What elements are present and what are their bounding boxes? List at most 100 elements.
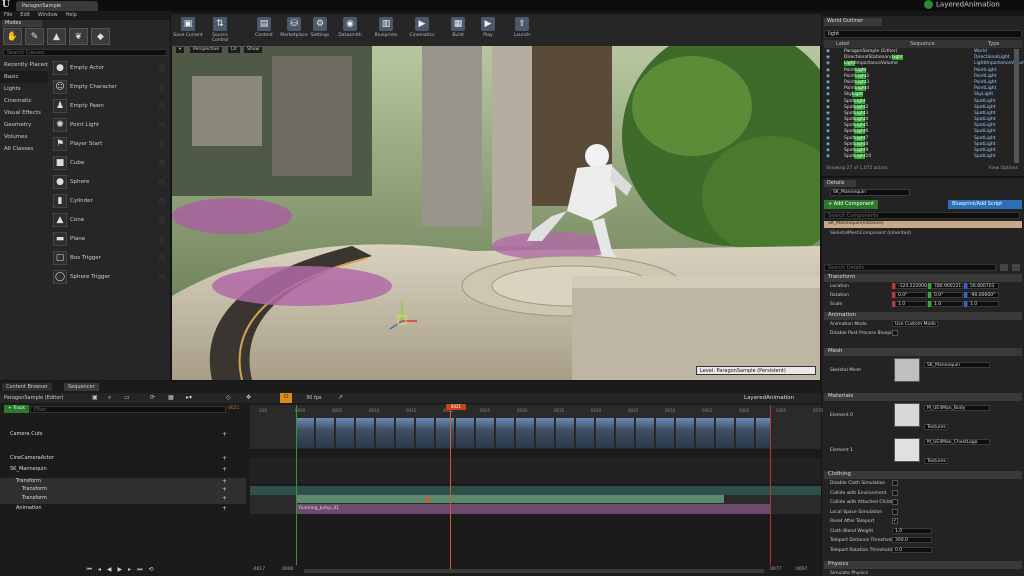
place-item[interactable]: ☺ Empty Character ⓘ (50, 78, 168, 97)
visibility-eye-icon[interactable]: ◉ (826, 55, 830, 60)
visibility-eye-icon[interactable]: ◉ (826, 148, 830, 153)
track-add-icon[interactable]: + (222, 455, 227, 462)
refresh-icon[interactable]: ⟳ (150, 394, 155, 401)
column-sequence[interactable]: Sequence (910, 41, 935, 47)
track-add-icon[interactable]: + (222, 486, 227, 493)
grid-view-icon[interactable] (1000, 264, 1008, 271)
place-item[interactable]: ● Sphere ⓘ (50, 173, 168, 192)
visibility-eye-icon[interactable]: ◉ (826, 86, 830, 91)
track-transform[interactable]: Transform (0, 495, 246, 504)
info-icon[interactable]: ⓘ (159, 64, 165, 73)
key-marker[interactable] (425, 497, 430, 502)
place-item[interactable]: ■ Cube ⓘ (50, 154, 168, 173)
animation-mode-select[interactable]: Use Custom Mode (892, 321, 938, 327)
category-recently-placed[interactable]: Recently Placed (0, 59, 48, 71)
level-viewport[interactable]: ▾ Perspective Lit Show Level: ParagonSam… (172, 46, 820, 380)
place-item[interactable]: ▢ Box Trigger ⓘ (50, 249, 168, 268)
viewport-options-button[interactable]: ▾ (176, 47, 185, 53)
clothing-value-input[interactable]: 1.0 (892, 527, 932, 534)
rotation-y-input[interactable]: 0.0° (931, 292, 963, 298)
transform-lane-2[interactable] (250, 495, 821, 504)
clothing-checkbox[interactable] (892, 489, 898, 496)
end-range-marker[interactable] (770, 405, 771, 565)
visibility-eye-icon[interactable]: ◉ (826, 123, 830, 128)
place-item[interactable]: ▲ Cone ⓘ (50, 211, 168, 230)
location-y-input[interactable]: 780.900121 (931, 283, 963, 289)
playhead-frame[interactable]: 0021 (446, 404, 466, 410)
skeletal-mesh-select[interactable]: SK_Mannequin (924, 362, 990, 368)
add-component-button[interactable]: + Add Component (824, 200, 879, 209)
animation-lane[interactable]: Running_Jump_01 (250, 504, 821, 514)
add-track-button[interactable]: + Track (4, 405, 29, 413)
foliage-mode-icon[interactable]: ❦ (69, 28, 88, 45)
info-icon[interactable]: ⓘ (159, 254, 165, 263)
outliner-row[interactable]: ◉ SpotLight10 SpotLight (824, 154, 1014, 160)
scale-x-input[interactable]: 1.0 (895, 301, 927, 307)
location-x-input[interactable]: -124.222000 (895, 283, 927, 289)
cine-camera-lane[interactable] (250, 458, 821, 483)
category-volumes[interactable]: Volumes (0, 131, 48, 143)
camera-cuts-thumbnails[interactable] (296, 418, 770, 448)
visibility-eye-icon[interactable]: ◉ (826, 61, 830, 66)
place-item[interactable]: ♟ Empty Pawn ⓘ (50, 97, 168, 116)
visibility-eye-icon[interactable]: ◉ (826, 154, 830, 159)
visibility-eye-icon[interactable]: ◉ (826, 99, 830, 104)
show-button[interactable]: Show (244, 47, 263, 53)
clothing-checkbox[interactable]: ✓ (892, 518, 898, 524)
tab-modes[interactable]: Modes (2, 20, 42, 27)
playhead[interactable] (450, 405, 451, 570)
track-add-icon[interactable]: + (222, 466, 227, 473)
disable-post-process-checkbox[interactable] (892, 330, 898, 336)
range-start-2[interactable]: 0000 (282, 567, 293, 572)
rotation-x-input[interactable]: 0.0° (895, 292, 927, 298)
blueprints-button[interactable]: ▥ Blueprints (371, 16, 401, 44)
rotation-z-input[interactable]: -90.00000° (967, 292, 999, 298)
info-icon[interactable]: ⓘ (159, 159, 165, 168)
key-icon[interactable]: ◇ (226, 394, 231, 401)
range-end-2[interactable]: 0077 (770, 567, 781, 572)
info-icon[interactable]: ⓘ (159, 197, 165, 206)
info-icon[interactable]: ⓘ (159, 121, 165, 130)
track-add-icon[interactable]: + (222, 505, 227, 512)
track-camera-cuts[interactable]: Camera Cuts (0, 431, 246, 440)
material-0-select[interactable]: M_UE4Man_Body (924, 405, 990, 411)
track-animation[interactable]: Animation (0, 505, 246, 514)
clothing-value-input[interactable]: 0.0 (892, 546, 932, 553)
info-icon[interactable]: ⓘ (159, 235, 165, 244)
render-icon[interactable]: ▦ (168, 394, 174, 401)
scale-z-input[interactable]: 1.0 (967, 301, 999, 307)
menu-help[interactable]: Help (66, 12, 77, 18)
tab-world-outliner[interactable]: World Outliner (824, 18, 882, 26)
visibility-eye-icon[interactable]: ◉ (826, 136, 830, 141)
content-button[interactable]: ▤ Content (249, 16, 279, 44)
component-skeletal-mesh[interactable]: SkeletalMeshComponent (Inherited) (830, 231, 911, 236)
place-item[interactable]: ▮ Cylinder ⓘ (50, 192, 168, 211)
loop-icon[interactable]: ⟲ (149, 566, 154, 573)
tab-sequencer[interactable]: Sequencer (64, 383, 99, 391)
cinematics-button[interactable]: ▶ Cinematics (407, 16, 437, 44)
category-lights[interactable]: Lights (0, 83, 48, 95)
paint-mode-icon[interactable]: ✎ (25, 28, 44, 45)
camera-cuts-lane[interactable] (250, 417, 821, 449)
start-range-marker[interactable] (296, 405, 297, 565)
visibility-eye-icon[interactable]: ◉ (826, 92, 830, 97)
range-end[interactable]: 0097 (796, 567, 807, 572)
material-0-thumbnail[interactable] (894, 403, 920, 427)
settings-button[interactable]: ⚙ Settings (305, 16, 335, 44)
section-transform[interactable]: Transform (824, 274, 1022, 282)
info-icon[interactable]: ⓘ (159, 102, 165, 111)
search-sequence-icon[interactable]: ⌕ (108, 394, 111, 402)
section-mesh[interactable]: Mesh (824, 348, 1022, 356)
visibility-eye-icon[interactable]: ◉ (826, 80, 830, 85)
scale-y-input[interactable]: 1.0 (931, 301, 963, 307)
info-icon[interactable]: ⓘ (159, 83, 165, 92)
landscape-mode-icon[interactable]: ▲ (47, 28, 66, 45)
blueprint-script-button[interactable]: Blueprint/Add Script (948, 200, 1022, 209)
visibility-eye-icon[interactable]: ◉ (826, 129, 830, 134)
view-options-button[interactable]: View Options (989, 166, 1018, 171)
sequence-breadcrumb[interactable]: ParagonSample (Editor) (4, 395, 63, 401)
lit-button[interactable]: Lit (228, 47, 240, 53)
menu-window[interactable]: Window (38, 12, 58, 18)
track-cinecameraactor[interactable]: CineCameraActor (0, 455, 246, 464)
place-item[interactable]: ▬ Plane ⓘ (50, 230, 168, 249)
